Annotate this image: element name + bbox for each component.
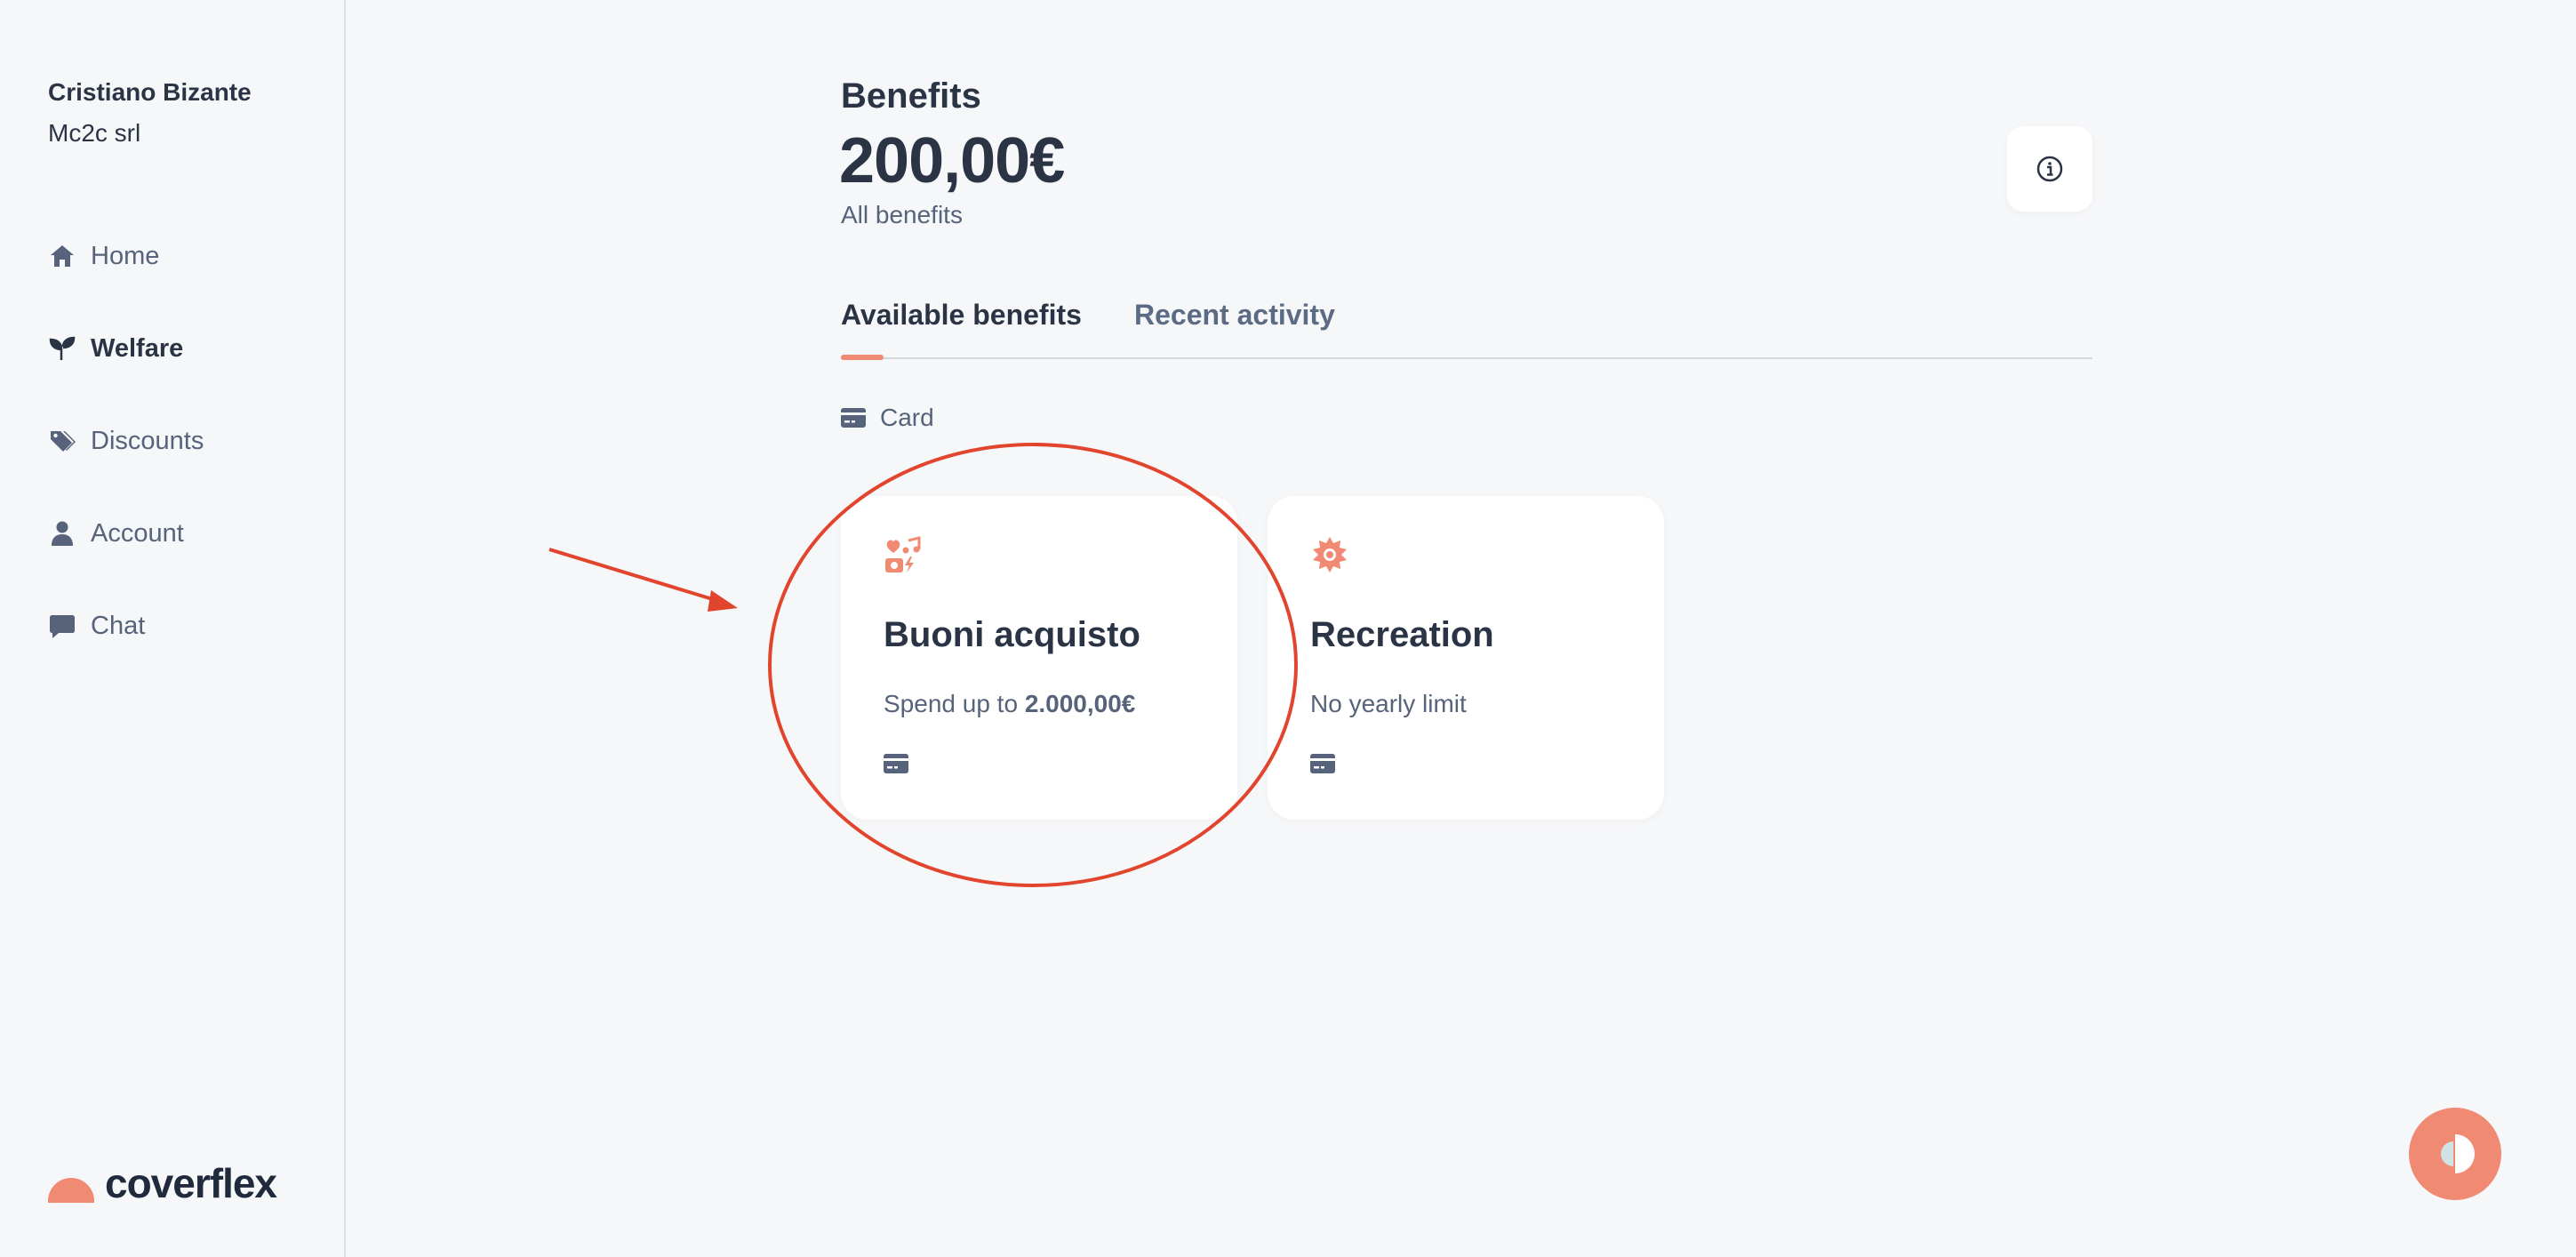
card-subtitle: Spend up to 2.000,00€ [884,690,1135,718]
tab-available-benefits[interactable]: Available benefits [841,299,1082,332]
coverflex-logo: coverflex [48,1159,277,1207]
info-icon [2036,156,2063,182]
user-icon [48,519,76,548]
sidebar-item-discounts[interactable]: Discounts [48,421,204,460]
info-button[interactable] [2007,126,2092,212]
sidebar-item-chat[interactable]: Chat [48,606,145,645]
annotation-arrow [548,548,738,612]
logo-text: coverflex [105,1160,277,1206]
section-label-text: Card [880,404,934,431]
home-icon [48,242,76,270]
credit-card-icon [884,754,908,773]
credit-card-icon [1310,754,1335,773]
support-chat-button[interactable] [2409,1108,2501,1200]
benefits-amount: 200,00€ [839,125,1065,196]
card-subtitle: No yearly limit [1310,690,1467,718]
chat-bubble-icon [48,612,76,640]
active-tab-indicator [841,355,884,360]
tab-recent-activity[interactable]: Recent activity [1134,299,1335,332]
card-title: Buoni acquisto [884,615,1140,654]
card-subtitle-prefix: No yearly limit [1310,690,1467,717]
card-subtitle-prefix: Spend up to [884,690,1025,717]
logo-mark [48,1178,94,1203]
sidebar-item-label: Chat [91,611,146,640]
tags-icon [48,427,76,455]
sidebar-item-welfare[interactable]: Welfare [48,329,183,368]
gift-music-icon [885,536,921,572]
sprout-icon [48,334,76,363]
card-title: Recreation [1310,615,1494,654]
credit-card-icon [841,408,866,428]
amount-subtitle: All benefits [841,201,963,228]
sidebar: Cristiano Bizante Mc2c srl Home Welfare … [0,0,346,1257]
sidebar-item-label: Discounts [91,426,204,455]
section-label: Card [841,404,934,432]
sidebar-item-label: Account [91,518,184,548]
sidebar-item-label: Welfare [91,333,184,363]
sidebar-item-account[interactable]: Account [48,514,184,553]
benefit-card-buoni-acquisto[interactable]: Buoni acquisto Spend up to 2.000,00€ [841,496,1237,820]
user-name: Cristiano Bizante [48,78,252,106]
sidebar-item-label: Home [91,241,160,270]
sidebar-item-home[interactable]: Home [48,236,159,276]
benefit-tabs: Available benefits Recent activity [841,295,2092,360]
page-title: Benefits [841,76,981,116]
chat-widget-icon [2441,1134,2475,1173]
sun-gear-icon [1313,537,1347,572]
benefit-card-recreation[interactable]: Recreation No yearly limit [1268,496,1664,820]
card-subtitle-amount: 2.000,00€ [1024,690,1136,717]
company-name: Mc2c srl [48,119,141,147]
